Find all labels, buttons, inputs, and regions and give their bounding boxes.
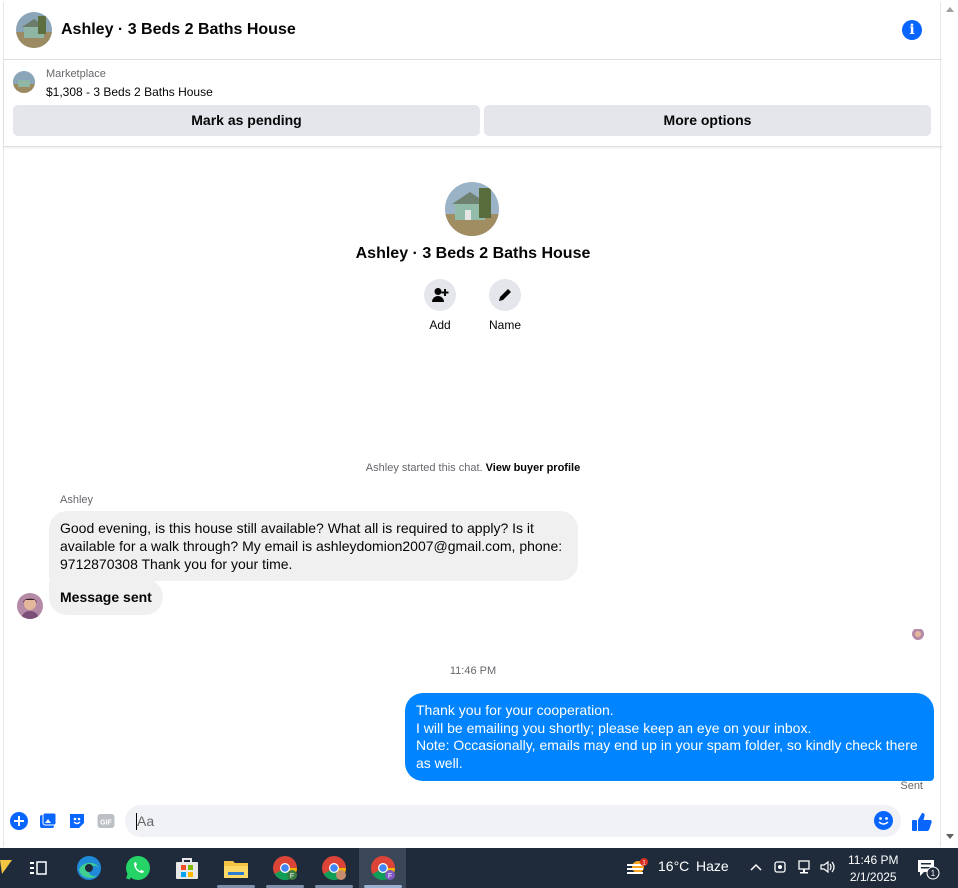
photo-icon[interactable] [39, 812, 57, 830]
scroll-up-arrow[interactable] [946, 7, 954, 12]
info-icon[interactable]: i [902, 20, 922, 40]
message-input[interactable]: Aa [125, 805, 901, 837]
gif-icon[interactable]: GIF [97, 812, 115, 830]
chevron-up-icon[interactable] [749, 860, 763, 877]
message-composer: GIF Aa [4, 802, 942, 842]
sticker-icon[interactable] [68, 812, 86, 830]
profile-name: Ashley · 3 Beds 2 Baths House [355, 245, 591, 262]
edge-browser-icon[interactable] [75, 854, 103, 882]
gif-label: GIF [100, 820, 112, 827]
chrome-profile-letter: F [290, 873, 294, 880]
chrome-icon[interactable]: F [369, 854, 397, 882]
clock-date: 2/1/2025 [849, 870, 897, 884]
chat-started-notice: Ashley started this chat. View buyer pro… [4, 462, 942, 474]
task-view-icon[interactable] [24, 854, 52, 882]
pencil-icon[interactable] [489, 279, 521, 311]
chrome-icon[interactable]: F [271, 854, 299, 882]
notifications-icon[interactable]: 1 [916, 858, 940, 880]
chrome-profile-letter: F [388, 873, 392, 880]
plus-icon[interactable] [10, 812, 28, 830]
view-buyer-profile-link[interactable]: View buyer profile [486, 462, 581, 474]
whatsapp-icon[interactable] [124, 854, 152, 882]
sender-avatar[interactable] [17, 593, 43, 619]
add-label: Add [429, 318, 451, 332]
incoming-message-bubble[interactable]: Good evening, is this house still availa… [49, 511, 578, 581]
volume-icon[interactable] [819, 859, 837, 878]
mark-as-pending-button[interactable]: Mark as pending [13, 105, 480, 136]
outgoing-line: Thank you for your cooperation. [416, 702, 614, 718]
conversation-avatar[interactable] [16, 12, 52, 48]
meet-now-icon[interactable] [773, 859, 789, 878]
network-icon[interactable] [796, 859, 812, 878]
marketplace-label: Marketplace [46, 68, 106, 80]
conversation-title[interactable]: Ashley · 3 Beds 2 Baths House [61, 21, 296, 39]
message-status: Sent [900, 780, 923, 792]
start-edge-icon[interactable] [0, 856, 12, 880]
microsoft-store-icon[interactable] [173, 854, 201, 882]
profile-avatar[interactable] [445, 182, 499, 236]
marketplace-listing-bar: Marketplace $1,308 - 3 Beds 2 Baths Hous… [4, 61, 942, 147]
thumbs-up-icon[interactable] [911, 811, 933, 833]
message-timestamp: 11:46 PM [449, 665, 497, 677]
system-clock[interactable]: 11:46 PM 2/1/2025 [848, 852, 898, 886]
file-explorer-icon[interactable] [222, 854, 250, 882]
weather-temperature[interactable]: 16°C [658, 858, 689, 874]
chat-started-text: Ashley started this chat. [365, 462, 483, 474]
windows-taskbar: F F 1 16°C Haze 11:46 PM 2/1/2025 1 [0, 848, 958, 888]
outgoing-line: I will be emailing you shortly; please k… [416, 719, 812, 736]
notification-count: 1 [931, 869, 936, 878]
scroll-down-arrow[interactable] [946, 834, 954, 839]
add-person-action[interactable]: Add [410, 279, 470, 332]
weather-condition[interactable]: Haze [696, 858, 729, 874]
name-label: Name [488, 318, 521, 332]
message-sender-name: Ashley [60, 494, 94, 506]
messenger-window: Ashley · 3 Beds 2 Baths House i Marketpl… [3, 2, 942, 847]
haze-weather-icon[interactable]: 1 [626, 858, 650, 878]
outgoing-message-bubble[interactable]: Thank you for your cooperation. I will b… [405, 693, 934, 781]
seen-indicator-avatar [912, 628, 924, 640]
clock-time: 11:46 PM [848, 853, 899, 867]
message-sent-notice[interactable]: Message sent [49, 579, 163, 615]
listing-price-title[interactable]: $1,308 - 3 Beds 2 Baths House [46, 85, 213, 99]
add-person-icon[interactable] [424, 279, 456, 311]
edit-name-action[interactable]: Name [475, 279, 535, 332]
chrome-icon[interactable] [320, 854, 348, 882]
conversation-header: Ashley · 3 Beds 2 Baths House i [4, 2, 942, 60]
listing-thumbnail[interactable] [13, 71, 35, 93]
emoji-icon[interactable] [874, 811, 893, 830]
message-input-placeholder: Aa [137, 813, 155, 829]
outgoing-line: Note: Occasionally, emails may end up in… [416, 737, 918, 771]
scrollbar[interactable] [943, 2, 958, 847]
more-options-button[interactable]: More options [484, 105, 931, 136]
